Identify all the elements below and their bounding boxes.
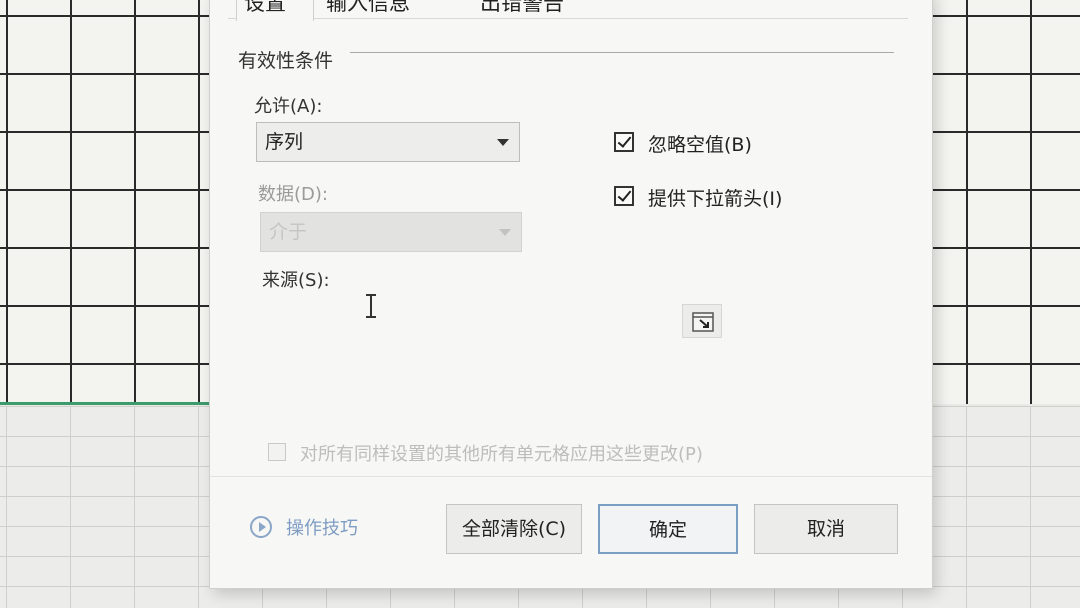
group-title: 有效性条件: [238, 46, 340, 73]
data-label: 数据(D):: [258, 184, 328, 205]
tab-underline: [228, 18, 908, 19]
checkmark-icon: [617, 133, 632, 148]
selection-border: [0, 402, 240, 405]
chevron-down-icon: [499, 229, 511, 236]
footer-divider: [210, 476, 932, 477]
play-circle-icon: [250, 516, 272, 538]
dropdown-arrow-label: 提供下拉箭头(I): [648, 188, 783, 210]
apply-all-label: 对所有同样设置的其他所有单元格应用这些更改(P): [300, 444, 703, 465]
data-select-value: 介于: [269, 221, 308, 243]
allow-select-value: 序列: [265, 131, 304, 153]
group-divider: [350, 52, 894, 53]
tips-label: 操作技巧: [286, 518, 358, 539]
checkmark-icon: [617, 187, 632, 202]
allow-select[interactable]: 序列: [256, 122, 520, 162]
allow-label: 允许(A):: [254, 96, 323, 117]
text-cursor-icon: [366, 294, 376, 318]
ignore-blank-checkbox[interactable]: [614, 132, 634, 152]
ok-button[interactable]: 确定: [598, 504, 738, 554]
data-select: 介于: [260, 212, 522, 252]
dropdown-arrow-checkbox[interactable]: [614, 186, 634, 206]
ignore-blank-label: 忽略空值(B): [648, 134, 752, 156]
cancel-button[interactable]: 取消: [754, 504, 898, 554]
chevron-down-icon: [497, 139, 509, 146]
tab-settings[interactable]: 设置: [244, 0, 286, 16]
clear-all-button[interactable]: 全部清除(C): [446, 504, 582, 554]
data-validation-dialog: 设置 输入信息 出错警告 有效性条件 允许(A): 序列 数据(D): 介于 忽…: [210, 0, 932, 588]
tab-input-message[interactable]: 输入信息: [326, 0, 410, 16]
apply-all-checkbox: [268, 443, 286, 461]
range-select-button[interactable]: [682, 304, 722, 338]
range-picker-icon: [692, 312, 714, 332]
source-input[interactable]: [258, 286, 726, 326]
tab-error-alert[interactable]: 出错警告: [480, 0, 564, 16]
